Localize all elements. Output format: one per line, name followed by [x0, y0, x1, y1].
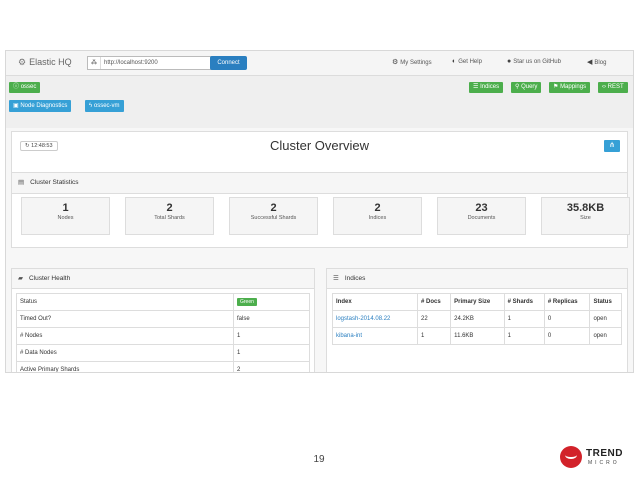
blog-link[interactable]: ◀ Blog — [587, 58, 606, 66]
trend-micro-logo: TREND MICRO — [560, 442, 630, 470]
network-icon: ⁂ — [88, 57, 101, 69]
stat-documents: 23 Documents — [437, 197, 526, 235]
screenshot-frame: ⚙ Elastic HQ ⁂ http://localhost:9200 Conne… — [5, 50, 634, 373]
bolt-icon: ϟ — [89, 103, 93, 109]
stat-successful-shards: 2 Successful Shards — [229, 197, 318, 235]
list-icon: ☰ — [333, 275, 339, 282]
table-row: kibana-int 1 11.6KB 1 0 open — [332, 327, 622, 345]
cluster-overview-panel: ↻ 12:48:53 Cluster Overview ⋔ ▤ Cluster S… — [11, 131, 630, 248]
indices-panel: ☰ Indices Index # Docs Primary Size # Sha… — [326, 268, 628, 372]
table-row: Timed Out? false — [16, 310, 310, 328]
my-settings-link[interactable]: ⚙ My Settings — [392, 58, 432, 66]
indices-table: Index # Docs Primary Size # Shards # Rep… — [332, 293, 622, 345]
megaphone-icon: ◀ — [587, 59, 593, 66]
gear-icon: ⚙ — [392, 59, 399, 66]
cluster-health-panel: ▰ Cluster Health Status Green Timed Out? … — [11, 268, 315, 372]
page-number: 19 — [313, 454, 325, 465]
rest-button[interactable]: ‹› REST — [598, 82, 628, 93]
github-icon: ● — [507, 58, 512, 65]
connect-button[interactable]: Connect — [210, 56, 247, 70]
table-header-row: Index # Docs Primary Size # Shards # Rep… — [332, 293, 622, 311]
info-icon: ⓘ — [13, 84, 20, 90]
cluster-statistics-header: ▤ Cluster Statistics — [12, 172, 627, 194]
sitemap-button[interactable]: ⋔ — [604, 140, 620, 152]
list-icon: ☰ — [473, 84, 479, 90]
stat-total-shards: 2 Total Shards — [125, 197, 214, 235]
stat-size: 35.8KB Size — [541, 197, 630, 235]
get-help-link[interactable]: ◐ Get Help — [452, 58, 482, 65]
indices-header: ☰ Indices — [327, 269, 627, 289]
table-row: Status Green — [16, 293, 310, 311]
stat-indices: 2 Indices — [333, 197, 422, 235]
table-row: logstash-2014.08.22 22 24.2KB 1 0 open — [332, 310, 622, 328]
index-link[interactable]: kibana-int — [332, 327, 418, 345]
github-link[interactable]: ● Star us on GitHub — [507, 58, 561, 65]
stat-nodes: 1 Nodes — [21, 197, 110, 235]
brand[interactable]: ⚙ Elastic HQ — [18, 57, 72, 68]
table-row: # Nodes 1 — [16, 327, 310, 345]
gears-icon: ⚙ — [18, 57, 27, 67]
cluster-health-header: ▰ Cluster Health — [12, 269, 314, 289]
sitemap-icon: ⋔ — [609, 142, 615, 149]
page-title: Cluster Overview — [270, 138, 369, 153]
cluster-health-table: Status Green Timed Out? false # Nodes 1 … — [16, 293, 310, 372]
status-badge: Green — [237, 298, 257, 306]
node-diagnostics-button[interactable]: ▣ Node Diagnostics — [9, 100, 72, 112]
top-navbar: ⚙ Elastic HQ ⁂ http://localhost:9200 Conne… — [6, 51, 633, 76]
node-button-ossec-vm[interactable]: ϟ ossec-vm — [85, 100, 124, 112]
mappings-button[interactable]: ⚑ Mappings — [549, 82, 591, 93]
image-icon: ▤ — [18, 179, 25, 186]
heartbeat-icon: ▰ — [18, 275, 23, 282]
cluster-toolbar: ⓘ ossec ▣ Node Diagnostics ϟ ossec-vm ☰ … — [6, 76, 633, 128]
chat-icon: ◐ — [452, 58, 457, 65]
diagnostics-icon: ▣ — [13, 103, 19, 109]
cluster-button[interactable]: ⓘ ossec — [9, 82, 41, 93]
index-link[interactable]: logstash-2014.08.22 — [332, 310, 418, 328]
code-icon: ‹› — [602, 84, 606, 90]
query-button[interactable]: ⚲ Query — [511, 82, 542, 93]
table-row: # Data Nodes 1 — [16, 344, 310, 362]
search-icon: ⚲ — [515, 84, 520, 90]
table-row: Active Primary Shards 2 — [16, 361, 310, 372]
map-marker-icon: ⚑ — [553, 84, 559, 90]
indices-button[interactable]: ☰ Indices — [469, 82, 504, 93]
